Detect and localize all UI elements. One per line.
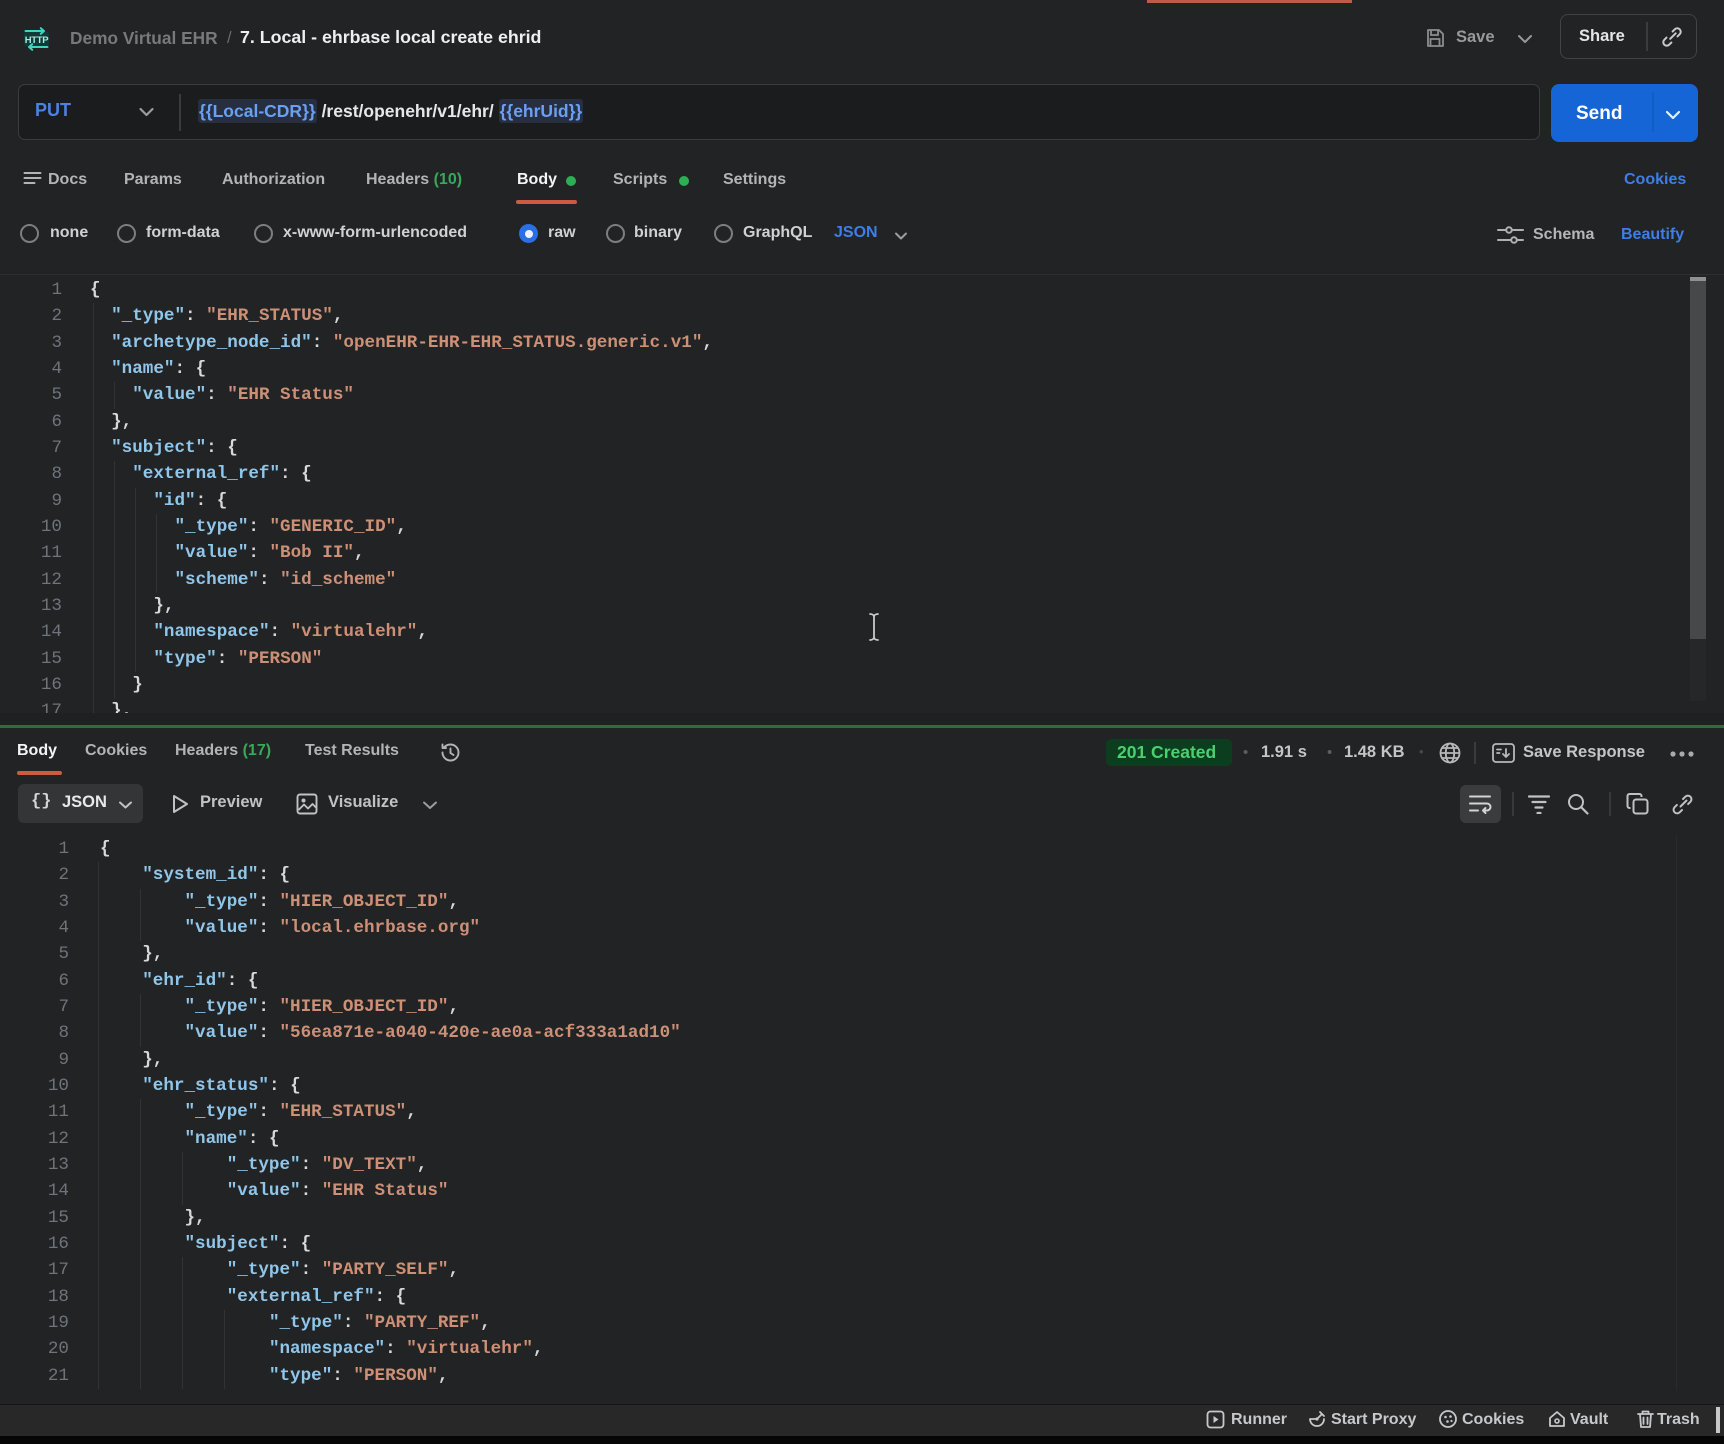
svg-text:HTTP: HTTP [25,35,50,46]
